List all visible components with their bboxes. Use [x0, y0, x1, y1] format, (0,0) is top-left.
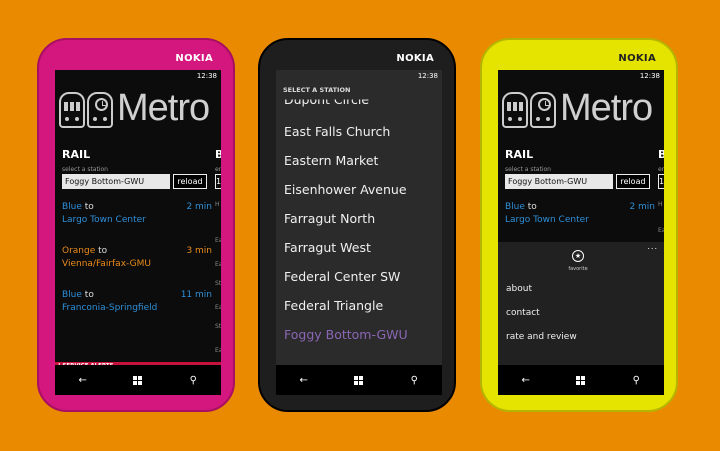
bus-clip: St [215, 323, 221, 330]
destination: Largo Town Center [505, 215, 589, 225]
line-name: Blue [62, 290, 82, 300]
status-clock: 12:38 [417, 72, 438, 80]
station-item[interactable]: Eastern Market [284, 153, 378, 168]
arrival-minutes: 3 min [186, 246, 212, 256]
favorite-star-icon[interactable]: ★ [572, 250, 584, 262]
select-hint: select a station [505, 166, 551, 173]
search-icon[interactable]: ⚲ [183, 370, 203, 390]
phone-yellow: NOKIA 12:38 Metro RAIL BU select a stati… [480, 38, 678, 412]
train-arrival[interactable]: Blue to 11 min Franconia-Springfield [62, 289, 212, 315]
train-arrival[interactable]: Orange to 3 min Vienna/Fairfax-GMU [62, 245, 212, 271]
to-label: to [98, 246, 108, 256]
train-arrival[interactable]: Blue to 2 min Largo Town Center [62, 201, 212, 227]
train-icon [59, 92, 85, 128]
menu-contact[interactable]: contact [506, 308, 540, 318]
train-arrival[interactable]: Blue to 2 min Largo Town Center [505, 201, 655, 227]
destination: Vienna/Fairfax-GMU [62, 259, 151, 269]
bus-clip: H [658, 201, 663, 208]
back-icon[interactable]: ← [516, 370, 536, 390]
station-item[interactable]: Farragut West [284, 240, 371, 255]
line-name: Blue [62, 202, 82, 212]
screen-main: 12:38 Metro RAIL BU select a station en … [55, 70, 221, 395]
brand-label: NOKIA [396, 53, 434, 64]
pivot-bus[interactable]: BU [215, 148, 221, 161]
bus-input-clip[interactable]: 10 [215, 174, 221, 189]
nav-bar: ← ⚲ [276, 365, 442, 395]
menu-rate-and-review[interactable]: rate and review [506, 332, 577, 342]
windows-start-icon[interactable] [571, 370, 591, 390]
train-icon [502, 92, 528, 128]
app-title: Metro [117, 87, 210, 129]
nav-bar: ← ⚲ [55, 365, 221, 395]
favorite-label: favorite [568, 266, 588, 272]
bus-clip: Ea [658, 227, 664, 234]
back-icon[interactable]: ← [294, 370, 314, 390]
line-name: Orange [62, 246, 96, 256]
station-item[interactable]: Farragut North [284, 211, 375, 226]
to-label: to [524, 202, 537, 212]
station-item[interactable]: Federal Triangle [284, 298, 383, 313]
station-item[interactable]: Eisenhower Avenue [284, 182, 407, 197]
screen-main-menu: 12:38 Metro RAIL BU select a station en … [498, 70, 664, 395]
search-icon[interactable]: ⚲ [404, 370, 424, 390]
phone-black: NOKIA 12:38 SELECT A STATION Dupont Circ… [258, 38, 456, 412]
status-clock: 12:38 [196, 72, 217, 80]
station-item[interactable]: East Falls Church [284, 124, 390, 139]
clock-train-icon [87, 92, 113, 128]
bus-clip: Ea [215, 261, 221, 268]
menu-about[interactable]: about [506, 284, 532, 294]
brand-label: NOKIA [175, 53, 213, 64]
windows-start-icon[interactable] [128, 370, 148, 390]
brand-label: NOKIA [618, 53, 656, 64]
station-input[interactable]: Foggy Bottom-GWU [62, 174, 170, 189]
arrival-minutes: 2 min [186, 202, 212, 212]
hint-clip: en [658, 166, 664, 173]
line-name: Blue [505, 202, 525, 212]
hint-clip: en [215, 166, 221, 173]
screen-station-picker: 12:38 SELECT A STATION Dupont Circle Eas… [276, 70, 442, 395]
select-hint: select a station [62, 166, 108, 173]
app-header: Metro [502, 87, 664, 134]
station-item-selected[interactable]: Foggy Bottom-GWU [284, 327, 408, 342]
windows-start-icon[interactable] [349, 370, 369, 390]
clock-train-icon [530, 92, 556, 128]
bus-clip: Ea [215, 237, 221, 244]
arrival-minutes: 2 min [629, 202, 655, 212]
bus-input-clip[interactable]: 10 [658, 174, 664, 189]
app-header: Metro [59, 87, 221, 134]
destination: Largo Town Center [62, 215, 146, 225]
pivot-rail[interactable]: RAIL [505, 148, 533, 161]
bus-clip: H [215, 201, 220, 208]
bus-clip: St [215, 280, 221, 287]
reload-button[interactable]: reload [173, 174, 207, 189]
station-item[interactable]: Federal Center SW [284, 269, 400, 284]
bus-clip: Ea [215, 304, 221, 311]
destination: Franconia-Springfield [62, 303, 158, 313]
status-clock: 12:38 [639, 72, 660, 80]
picker-title: SELECT A STATION [283, 86, 351, 94]
back-icon[interactable]: ← [73, 370, 93, 390]
to-label: to [84, 290, 94, 300]
to-label: to [81, 202, 94, 212]
pivot-bus[interactable]: BU [658, 148, 664, 161]
phone-pink: NOKIA 12:38 Metro RAIL BU select a stati… [37, 38, 235, 412]
nav-bar: ← ⚲ [498, 365, 664, 395]
arrival-minutes: 11 min [180, 290, 212, 300]
more-dots[interactable]: ... [647, 242, 658, 251]
app-bar-menu: ... ★ favorite about contact rate and re… [498, 242, 664, 365]
bus-clip: Ea [215, 347, 221, 354]
station-item[interactable]: Dupont Circle [284, 100, 369, 108]
station-input[interactable]: Foggy Bottom-GWU [505, 174, 613, 189]
pivot-rail[interactable]: RAIL [62, 148, 90, 161]
search-icon[interactable]: ⚲ [626, 370, 646, 390]
reload-button[interactable]: reload [616, 174, 650, 189]
app-title: Metro [560, 87, 653, 129]
